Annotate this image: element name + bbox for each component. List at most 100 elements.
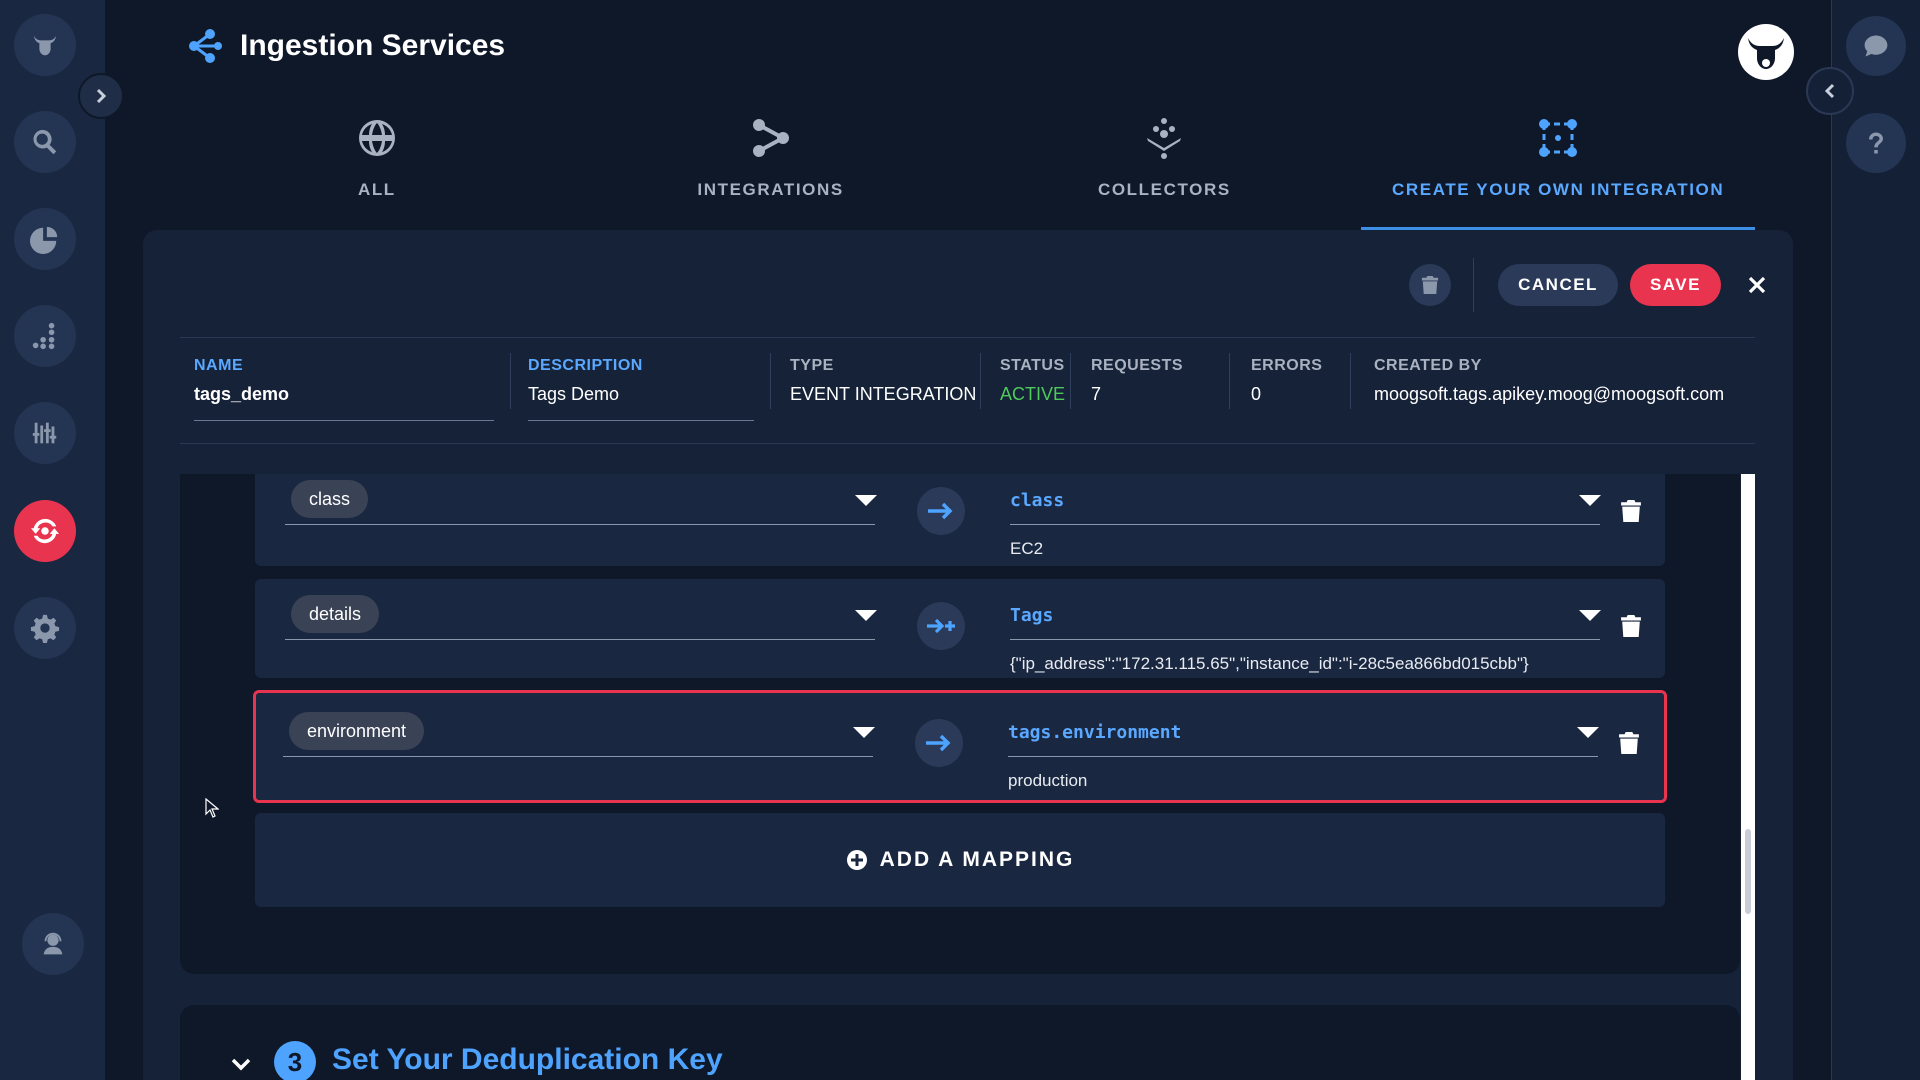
tab-label: INTEGRATIONS [697,180,844,199]
status-badge: ACTIVE [1000,384,1066,404]
integration-panel: CANCEL SAVE NAME tags_demo DESCRIPTION T… [143,230,1793,1080]
target-field-underline [1008,756,1598,757]
avatar[interactable] [1738,24,1794,80]
description-field[interactable]: DESCRIPTION Tags Demo [528,357,754,421]
delete-integration-button[interactable] [1409,264,1452,306]
target-field-underline [1010,639,1600,640]
target-dropdown-caret-icon[interactable] [1577,727,1599,738]
arrow-right-icon [928,502,953,520]
insights-nav-button[interactable] [14,305,76,367]
source-field-underline [285,639,875,640]
mapping-row-selected: environment tags.environment production [253,690,1667,803]
section-title[interactable]: Set Your Deduplication Key [332,1043,723,1077]
save-button[interactable]: SAVE [1629,264,1721,306]
app-root: Ingestion Services ALL INTEGRATIONS COLL… [0,0,1920,1080]
search-nav-button[interactable] [14,111,76,173]
tab-label: ALL [357,180,396,199]
arrow-right-icon [926,734,951,752]
chat-button[interactable] [1846,16,1906,76]
mapping-row: details Tags {"ip_address":"172.31.115.6… [255,579,1665,678]
mapping-scrollbar[interactable] [1741,474,1755,1080]
trash-icon [1621,500,1641,522]
cow-logo-icon [33,35,57,56]
source-field-underline [285,524,875,525]
settings-nav-button[interactable] [14,597,76,659]
question-mark-icon [1869,132,1883,154]
target-dropdown-caret-icon[interactable] [1579,495,1601,506]
add-mapping-button[interactable]: ADD A MAPPING [255,813,1665,907]
description-underline [528,420,754,421]
scrollbar-thumb[interactable] [1745,829,1751,914]
gear-icon [30,614,60,643]
target-field[interactable]: tags.environment [1008,722,1181,743]
chevron-right-icon [96,88,107,104]
trash-icon [1619,732,1639,754]
moogsoft-logo-button[interactable] [14,14,76,76]
tab-label: CREATE YOUR OWN INTEGRATION [1392,180,1725,199]
expand-sidebar-button[interactable] [78,73,124,119]
type-label: TYPE [790,357,834,374]
close-button[interactable] [1745,273,1769,297]
share-nodes-icon [752,119,789,157]
requests-field: REQUESTS 7 [1091,357,1183,421]
tab-create-your-own-integration[interactable]: CREATE YOUR OWN INTEGRATION [1361,110,1755,230]
name-underline [194,420,494,421]
delete-mapping-button[interactable] [1621,500,1643,522]
mapping-arrow-button[interactable] [917,602,965,650]
mapping-value: production [1008,771,1088,790]
help-button[interactable] [1846,113,1906,173]
name-field[interactable]: NAME tags_demo [194,357,494,421]
globe-icon [358,120,395,156]
info-separator [980,353,981,409]
source-dropdown-caret-icon[interactable] [853,727,875,738]
user-profile-nav-button[interactable] [22,913,84,975]
created-by-label: CREATED BY [1374,357,1482,374]
source-field-chip[interactable]: environment [289,712,425,750]
close-icon [1748,276,1766,294]
trash-icon [1621,615,1641,637]
target-field-underline [1010,524,1600,525]
ingestion-nav-button[interactable] [14,500,76,562]
collectors-icon [1147,118,1182,159]
collapse-right-rail-button[interactable] [1806,67,1854,115]
info-separator [510,353,511,409]
mapping-value: EC2 [1010,539,1044,558]
mouse-cursor-icon [205,798,219,818]
tab-collectors[interactable]: COLLECTORS [968,110,1362,230]
errors-value: 0 [1251,384,1262,404]
delete-mapping-button[interactable] [1619,732,1641,754]
tab-all[interactable]: ALL [180,110,574,230]
cancel-button[interactable]: CANCEL [1498,264,1618,306]
target-field[interactable]: Tags [1010,605,1053,626]
configuration-nav-button[interactable] [14,402,76,464]
dedup-section: 3 Set Your Deduplication Key [180,1005,1740,1080]
chat-bubble-icon [1864,35,1888,57]
mapping-arrow-button[interactable] [917,487,965,535]
panel-toolbar: CANCEL SAVE [1409,258,1769,312]
support-agent-icon [43,932,63,955]
description-label: DESCRIPTION [528,357,643,374]
dashboards-nav-button[interactable] [14,208,76,270]
errors-label: ERRORS [1251,357,1323,374]
mapping-arrow-button[interactable] [915,719,963,767]
target-dropdown-caret-icon[interactable] [1579,610,1601,621]
source-field-underline [283,756,873,757]
description-value: Tags Demo [528,384,620,404]
search-icon [33,129,57,155]
source-field-chip[interactable]: class [291,480,369,518]
trash-icon [1422,276,1439,294]
delete-mapping-button[interactable] [1621,615,1643,637]
source-field-chip[interactable]: details [291,595,380,633]
tab-integrations[interactable]: INTEGRATIONS [574,110,968,230]
mapping-value: {"ip_address":"172.31.115.65","instance_… [1010,654,1529,673]
section-toggle-button[interactable] [230,1053,252,1075]
arrow-plus-icon [927,618,955,634]
divider [180,443,1755,444]
info-separator [1229,353,1230,409]
source-dropdown-caret-icon[interactable] [855,610,877,621]
source-dropdown-caret-icon[interactable] [855,495,877,506]
right-rail [1831,0,1920,1080]
target-field[interactable]: class [1010,490,1064,511]
errors-field: ERRORS 0 [1251,357,1322,421]
tab-label: COLLECTORS [1097,180,1231,199]
